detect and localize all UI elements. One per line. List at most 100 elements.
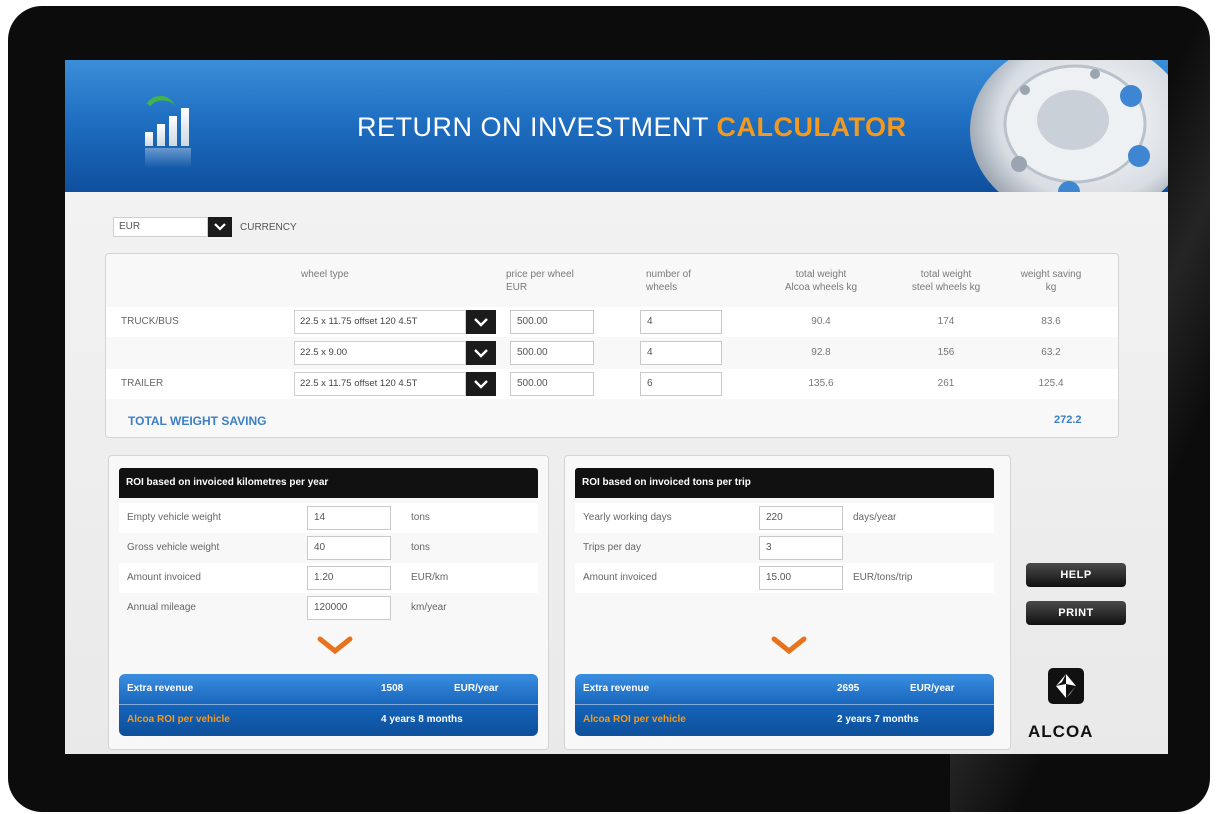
chevron-down-icon <box>474 317 488 327</box>
col-total-alcoa: total weight Alcoa wheels kg <box>766 268 876 294</box>
col-weight-saving-line1: weight saving <box>1020 269 1082 280</box>
roi-km-panel: ROI based on invoiced kilometres per yea… <box>108 455 549 750</box>
total-weight-alcoa: 90.4 <box>811 316 831 327</box>
col-price: price per wheel EUR <box>506 268 596 294</box>
calculate-chevron-icon[interactable] <box>317 636 353 654</box>
title-prefix: RETURN ON INVESTMENT <box>357 112 709 142</box>
chevron-down-icon <box>474 348 488 358</box>
page-title: RETURN ON INVESTMENT CALCULATOR <box>357 112 907 143</box>
app-screen: RETURN ON INVESTMENT CALCULATOR EUR CURR… <box>65 60 1168 754</box>
wheel-type-dropdown-button[interactable] <box>466 310 496 334</box>
wheel-type-select[interactable]: 22.5 x 11.75 offset 120 4.5T <box>294 372 466 396</box>
wheel-type-select[interactable]: 22.5 x 11.75 offset 120 4.5T <box>294 310 466 334</box>
roi-field-row: Amount invoiced 1.20 EUR/km <box>119 563 538 593</box>
roi-field-row: Trips per day 3 <box>575 533 994 563</box>
annual-mileage-input[interactable]: 120000 <box>307 596 391 620</box>
amount-invoiced-unit: EUR/tons/trip <box>853 572 913 583</box>
col-wheel-type: wheel type <box>301 269 349 280</box>
amount-invoiced-unit: EUR/km <box>411 572 449 583</box>
help-button[interactable]: HELP <box>1026 563 1126 587</box>
roi-field-row: Gross vehicle weight 40 tons <box>119 533 538 563</box>
wheel-type-dropdown-button[interactable] <box>466 372 496 396</box>
alcoa-logo-icon <box>1048 668 1084 704</box>
alcoa-roi-label: Alcoa ROI per vehicle <box>583 714 686 725</box>
col-number: number of wheels <box>646 268 726 294</box>
total-weight-saving-value: 272.2 <box>1054 414 1082 426</box>
yearly-working-days-label: Yearly working days <box>583 512 672 523</box>
col-number-line2: wheels <box>646 282 678 293</box>
trips-per-day-label: Trips per day <box>583 542 641 553</box>
col-total-steel: total weight steel wheels kg <box>891 268 1001 294</box>
extra-revenue-unit: EUR/year <box>910 683 955 694</box>
amount-invoiced-input[interactable]: 1.20 <box>307 566 391 590</box>
wheel-type-select[interactable]: 22.5 x 9.00 <box>294 341 466 365</box>
chevron-down-icon <box>214 223 226 231</box>
roi-tons-result: Extra revenue 2695 EUR/year Alcoa ROI pe… <box>575 674 994 736</box>
gross-vehicle-weight-label: Gross vehicle weight <box>127 542 220 553</box>
chevron-down-icon <box>474 379 488 389</box>
col-total-alcoa-line2: Alcoa wheels kg <box>784 282 858 293</box>
extra-revenue-value: 2695 <box>837 683 860 694</box>
total-weight-steel: 261 <box>937 378 955 389</box>
total-weight-steel: 174 <box>937 316 955 327</box>
print-button[interactable]: PRINT <box>1026 601 1126 625</box>
table-row: 22.5 x 9.00 500.00 4 92.8 156 63.2 <box>106 338 1118 368</box>
empty-vehicle-weight-input[interactable]: 14 <box>307 506 391 530</box>
empty-vehicle-weight-label: Empty vehicle weight <box>127 512 221 523</box>
app-header: RETURN ON INVESTMENT CALCULATOR <box>65 60 1168 192</box>
number-of-wheels-input[interactable]: 6 <box>640 372 722 396</box>
wheel-type-dropdown-button[interactable] <box>466 341 496 365</box>
yearly-working-days-unit: days/year <box>853 512 897 523</box>
total-weight-steel: 156 <box>937 347 955 358</box>
currency-select[interactable]: EUR <box>113 217 208 237</box>
price-per-wheel-input[interactable]: 500.00 <box>510 372 594 396</box>
number-of-wheels-input[interactable]: 4 <box>640 310 722 334</box>
brand-name: ALCOA <box>1028 722 1094 741</box>
extra-revenue-label: Extra revenue <box>127 683 194 694</box>
logo-reflection <box>145 148 191 168</box>
col-weight-saving-line2: kg <box>1045 282 1057 293</box>
weight-saving-value: 125.4 <box>1038 378 1064 389</box>
col-price-line2: EUR <box>506 282 528 293</box>
price-per-wheel-input[interactable]: 500.00 <box>510 310 594 334</box>
annual-mileage-unit: km/year <box>411 602 447 613</box>
extra-revenue-label: Extra revenue <box>583 683 650 694</box>
row-label-trailer: TRAILER <box>121 378 164 389</box>
weight-saving-value: 83.6 <box>1041 316 1061 327</box>
gross-vehicle-weight-input[interactable]: 40 <box>307 536 391 560</box>
weight-saving-panel: wheel type price per wheel EUR number of… <box>105 253 1119 438</box>
currency-selector[interactable]: EUR CURRENCY <box>113 217 297 237</box>
amount-invoiced-input[interactable]: 15.00 <box>759 566 843 590</box>
roi-field-row: Amount invoiced 15.00 EUR/tons/trip <box>575 563 994 593</box>
total-weight-alcoa: 92.8 <box>811 347 831 358</box>
bar-chart-logo-icon <box>145 106 191 146</box>
col-total-steel-line2: steel wheels kg <box>911 282 981 293</box>
annual-mileage-label: Annual mileage <box>127 602 196 613</box>
col-number-line1: number of <box>646 269 692 280</box>
alcoa-roi-label: Alcoa ROI per vehicle <box>127 714 230 725</box>
roi-field-row: Annual mileage 120000 km/year <box>119 593 538 623</box>
col-total-alcoa-line1: total weight <box>795 269 847 280</box>
total-weight-alcoa: 135.6 <box>808 378 834 389</box>
currency-dropdown-button[interactable] <box>208 217 232 237</box>
tablet-frame: RETURN ON INVESTMENT CALCULATOR EUR CURR… <box>8 6 1210 812</box>
roi-km-title: ROI based on invoiced kilometres per yea… <box>119 468 538 498</box>
yearly-working-days-input[interactable]: 220 <box>759 506 843 530</box>
title-accent: CALCULATOR <box>716 112 907 142</box>
roi-tons-panel: ROI based on invoiced tons per trip Year… <box>564 455 1011 750</box>
table-row: TRUCK/BUS 22.5 x 11.75 offset 120 4.5T 5… <box>106 307 1118 337</box>
price-per-wheel-input[interactable]: 500.00 <box>510 341 594 365</box>
weight-saving-value: 63.2 <box>1041 347 1061 358</box>
roi-field-row: Empty vehicle weight 14 tons <box>119 503 538 533</box>
table-row: TRAILER 22.5 x 11.75 offset 120 4.5T 500… <box>106 369 1118 399</box>
gross-vehicle-weight-unit: tons <box>411 542 430 553</box>
wheel-hub-image <box>970 60 1168 192</box>
extra-revenue-value: 1508 <box>381 683 404 694</box>
col-total-steel-line1: total weight <box>920 269 972 280</box>
roi-tons-title: ROI based on invoiced tons per trip <box>575 468 994 498</box>
number-of-wheels-input[interactable]: 4 <box>640 341 722 365</box>
trips-per-day-input[interactable]: 3 <box>759 536 843 560</box>
calculate-chevron-icon[interactable] <box>771 636 807 654</box>
total-weight-saving-label: TOTAL WEIGHT SAVING <box>128 414 267 428</box>
amount-invoiced-label: Amount invoiced <box>583 572 657 583</box>
